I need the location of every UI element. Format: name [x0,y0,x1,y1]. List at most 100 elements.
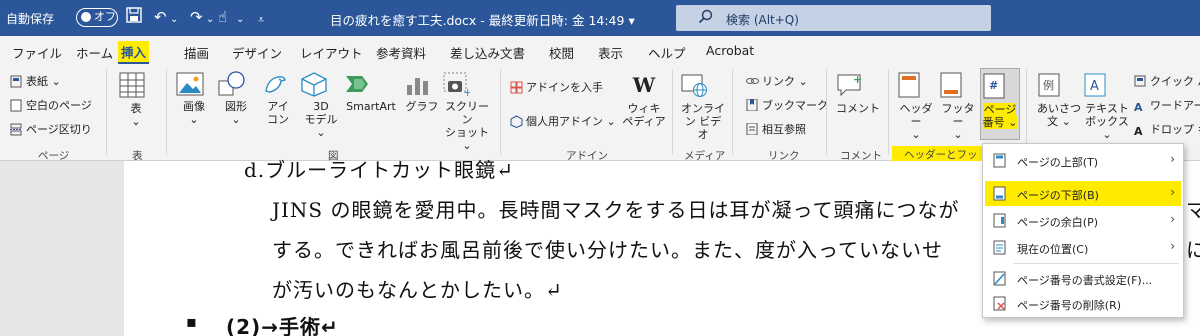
cover-page-icon [10,75,23,88]
document-title[interactable]: 目の疲れを癒す工夫.docx - 最終更新日時: 金 14:49 ▾ [330,10,635,29]
redo-dropdown-icon[interactable]: ⌄ [206,10,214,30]
addin-icon [510,115,523,128]
icons-bird-icon [260,71,296,97]
3d-models-button[interactable]: 3D モデル ⌄ [300,71,342,139]
tab-review[interactable]: 校閲 [549,43,574,62]
greeting-icon: 例 [1036,71,1082,99]
smartart-label: SmartArt [346,100,396,113]
doc-section-heading: (2)→手術↵ [226,315,339,336]
save-icon[interactable] [126,7,142,23]
group-divider [888,69,889,155]
textbox-button[interactable]: A テキスト ボックス ⌄ [1082,71,1132,141]
chevron-down-icon: ⌄ [231,113,241,126]
wordart-button[interactable]: A ワードアー [1134,97,1200,114]
menu-item-remove-page-numbers[interactable]: ページ番号の削除(R) [985,291,1181,316]
table-button[interactable]: 表 ⌄ [118,71,154,128]
menu-item-top-of-page[interactable]: ページの上部(T) › [985,148,1181,173]
doc-paragraph-overflow-1: マ [1186,198,1200,222]
table-label: 表 [130,102,142,115]
search-box[interactable]: 検索 (Alt+Q) [676,5,991,31]
my-addins-button[interactable]: 個人用アドイン ⌄ [510,113,616,129]
autosave-state: オフ [94,10,116,23]
doc-paragraph-line-1: JINS の眼鏡を愛用中。長時間マスクをする日は耳が凝って頭痛につなが [272,198,960,222]
store-icon [510,81,523,94]
menu-item-bottom-of-page[interactable]: ページの下部(B) › [985,181,1181,206]
online-video-button[interactable]: オンライン ビデオ [680,71,726,141]
link-icon [746,75,759,87]
tab-layout[interactable]: レイアウト [300,43,363,62]
bookmark-button[interactable]: ブックマーク [746,97,828,113]
cross-reference-button[interactable]: 相互参照 [746,121,806,137]
wikipedia-button[interactable]: W ウィキ ペディア [622,71,666,128]
tab-draw[interactable]: 描画 [184,43,209,62]
cross-reference-label: 相互参照 [762,123,806,136]
header-footer-group-label: ヘッダーとフッ [904,149,978,161]
autosave-label: 自動保存 [6,12,55,26]
submenu-arrow-icon: › [1170,185,1175,199]
tab-insert[interactable]: 挿入 [118,41,150,64]
3d-models-label-1: 3D [313,100,329,113]
shapes-icon [218,71,254,97]
dropcap-button[interactable]: A ドロップ キ [1134,121,1200,138]
blank-page-button[interactable]: 空白のページ [10,97,92,113]
svg-text:+: + [463,86,470,97]
dropcap-label: ドロップ キ [1150,123,1200,136]
image-icon [176,71,212,97]
menu-item-current-position[interactable]: 現在の位置(C) › [985,235,1181,260]
undo-dropdown-icon[interactable]: ⌄ [170,10,178,30]
tab-acrobat[interactable]: Acrobat [706,43,754,58]
menu-item-format-page-numbers[interactable]: ページ番号の書式設定(F)... [985,266,1181,291]
tab-help[interactable]: ヘルプ [648,43,686,62]
chart-label: グラフ [405,100,439,113]
autosave-toggle[interactable]: オフ [76,8,118,27]
quick-parts-icon [1134,75,1147,87]
wikipedia-icon: W [632,73,656,97]
image-button[interactable]: 画像 ⌄ [176,71,212,126]
page-bottom-icon [993,186,1006,201]
page-number-button[interactable]: # ページ 番号 ⌄ [980,68,1020,140]
shapes-button[interactable]: 図形 ⌄ [218,71,254,126]
screenshot-button[interactable]: + スクリーン ショット ⌄ [442,71,492,152]
menu-item-label: ページ番号の削除(R) [1017,299,1122,312]
footer-button[interactable]: フッター ⌄ [938,71,978,141]
tab-home[interactable]: ホーム [76,43,113,62]
bookmark-label: ブックマーク [762,99,828,112]
page-number-icon: # [981,72,1019,100]
my-addins-label: 個人用アドイン ⌄ [526,115,616,128]
smartart-button[interactable]: SmartArt [344,71,398,113]
menu-item-page-margins[interactable]: ページの余白(P) › [985,208,1181,233]
get-addins-button[interactable]: アドインを入手 [510,79,603,95]
touch-dropdown-icon[interactable]: ⌄ [236,10,244,30]
textbox-icon: A [1082,71,1132,99]
ribbon-tabs: ファイル ホーム 挿入 描画 デザイン レイアウト 参考資料 差し込み文書 校閲… [0,36,1200,65]
group-divider [732,69,733,155]
footer-icon [938,71,978,99]
group-divider [106,69,107,155]
chart-button[interactable]: グラフ [404,71,440,113]
menu-item-label: 現在の位置(C) [1017,243,1089,256]
touch-mode-icon[interactable]: ☝ [218,7,227,27]
doc-paragraph-line-2: する。できればお風呂前後で使い分けたい。また、度が入っていないせ [272,238,943,262]
submenu-arrow-icon: › [1170,212,1175,226]
comment-button[interactable]: + コメント [836,71,880,115]
redo-icon[interactable]: ↷ [190,7,203,27]
wikipedia-label-2: ペディア [622,115,666,128]
tab-references[interactable]: 参考資料 [376,43,426,62]
tab-design[interactable]: デザイン [232,43,282,62]
menu-item-label: ページの下部(B) [1017,189,1099,202]
online-video-label-1: オンライ [681,102,725,115]
greeting-button[interactable]: 例 あいさつ文 ⌄ [1036,71,1082,128]
tab-mailings[interactable]: 差し込み文書 [450,43,525,62]
page-break-button[interactable]: ページ区切り [10,121,92,137]
table-icon [118,71,154,99]
icons-button[interactable]: アイ コン [260,71,296,126]
link-button[interactable]: リンク ⌄ [746,73,808,89]
customize-qat-icon[interactable]: ⩡ [258,10,264,30]
tab-file[interactable]: ファイル [12,43,62,62]
tab-view[interactable]: 表示 [598,43,623,62]
quick-parts-button[interactable]: クイック パ [1134,73,1200,89]
header-button[interactable]: ヘッダー ⌄ [896,71,936,141]
undo-icon[interactable]: ↶ [154,7,167,27]
cover-page-button[interactable]: 表紙 ⌄ [10,73,61,89]
svg-text:+: + [853,73,862,86]
